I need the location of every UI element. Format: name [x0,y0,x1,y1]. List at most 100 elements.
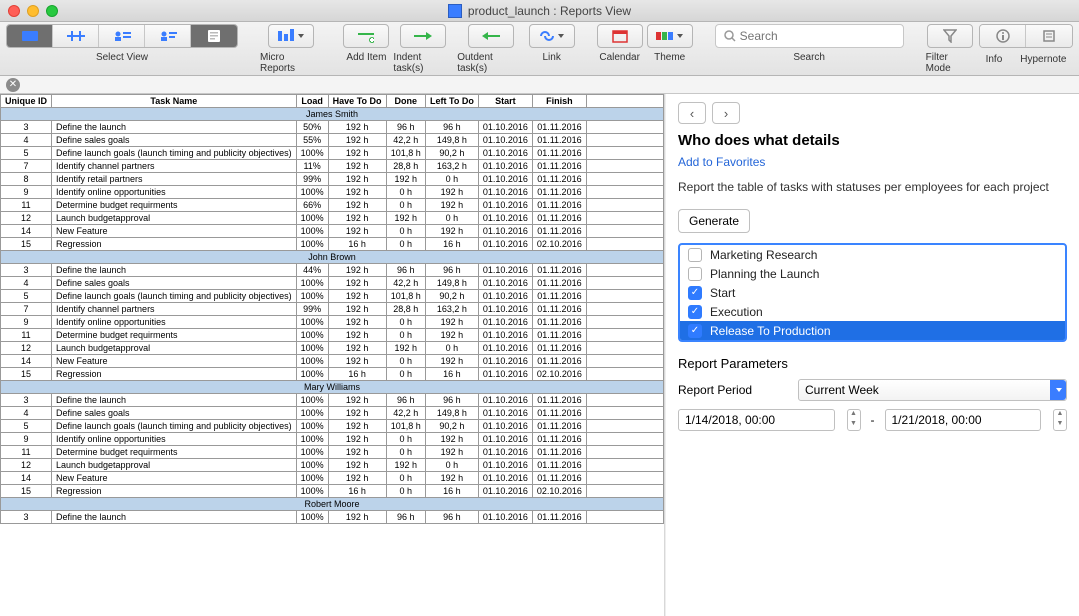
report-period-select[interactable]: Current Week [798,379,1067,401]
table-row[interactable]: 11Determine budget requirments100%192 h0… [1,446,664,459]
checkbox-icon[interactable]: ✓ [688,286,702,300]
filter-mode-button[interactable] [927,24,973,48]
cell-htd: 192 h [328,290,386,303]
add-item-button[interactable] [343,24,389,48]
link-button[interactable] [529,24,575,48]
table-row[interactable]: 5Define launch goals (launch timing and … [1,147,664,160]
col-finish[interactable]: Finish [532,95,586,108]
table-row[interactable]: 9Identify online opportunities100%192 h0… [1,186,664,199]
cell-htd: 192 h [328,472,386,485]
cell-blank [586,459,663,472]
info-button[interactable] [980,25,1026,47]
view-gantt-button[interactable] [7,25,53,47]
search-input[interactable] [740,29,895,43]
table-row[interactable]: 3Define the launch44%192 h96 h96 h01.10.… [1,264,664,277]
date-to-stepper[interactable]: ▲▼ [1053,409,1067,431]
cell-ltd: 192 h [426,355,479,368]
cell-blank [586,316,663,329]
table-row[interactable]: 7Identify channel partners99%192 h28,8 h… [1,303,664,316]
cell-done: 96 h [386,511,425,524]
generate-button[interactable]: Generate [678,209,750,233]
table-row[interactable]: 9Identify online opportunities100%192 h0… [1,316,664,329]
table-row[interactable]: 4Define sales goals100%192 h42,2 h149,8 … [1,407,664,420]
add-item-label: Add Item [346,52,386,63]
table-row[interactable]: 14New Feature100%192 h0 h192 h01.10.2016… [1,472,664,485]
cell-htd: 192 h [328,199,386,212]
view-split-button[interactable] [53,25,99,47]
table-row[interactable]: 4Define sales goals100%192 h42,2 h149,8 … [1,277,664,290]
cell-load: 100% [296,238,328,251]
checklist-item[interactable]: Marketing Research [680,245,1065,264]
checklist-item[interactable]: Planning the Launch [680,264,1065,283]
prev-report-button[interactable]: ‹ [678,102,706,124]
checkbox-icon[interactable] [688,267,702,281]
cell-start: 01.10.2016 [478,446,532,459]
checklist-item[interactable]: ✓Release To Production [680,321,1065,340]
table-row[interactable]: 11Determine budget requirments100%192 h0… [1,329,664,342]
view-report-button[interactable] [145,25,191,47]
checkbox-icon[interactable] [688,248,702,262]
cell-id: 12 [1,342,52,355]
checklist-item[interactable]: ✓Start [680,283,1065,302]
view-document-button[interactable] [191,25,237,47]
col-ltd[interactable]: Left To Do [426,95,479,108]
theme-button[interactable] [647,24,693,48]
table-row[interactable]: 4Define sales goals55%192 h42,2 h149,8 h… [1,134,664,147]
cell-done: 101,8 h [386,420,425,433]
view-resource-button[interactable] [99,25,145,47]
close-tab-button[interactable]: ✕ [6,78,20,92]
col-load[interactable]: Load [296,95,328,108]
table-row[interactable]: 3Define the launch100%192 h96 h96 h01.10… [1,511,664,524]
cell-ltd: 192 h [426,316,479,329]
calendar-button[interactable] [597,24,643,48]
date-from-input[interactable]: 1/14/2018, 00:00 [678,409,835,431]
date-to-input[interactable]: 1/21/2018, 00:00 [885,409,1042,431]
table-row[interactable]: 12Launch budgetapproval100%192 h192 h0 h… [1,212,664,225]
cell-ltd: 163,2 h [426,303,479,316]
table-row[interactable]: 14New Feature100%192 h0 h192 h01.10.2016… [1,225,664,238]
table-row[interactable]: 7Identify channel partners11%192 h28,8 h… [1,160,664,173]
cell-htd: 192 h [328,420,386,433]
indent-button[interactable] [400,24,446,48]
cell-id: 11 [1,329,52,342]
cell-ltd: 149,8 h [426,407,479,420]
table-row[interactable]: 3Define the launch100%192 h96 h96 h01.10… [1,394,664,407]
phase-checklist[interactable]: Marketing ResearchPlanning the Launch✓St… [678,243,1067,342]
checkbox-icon[interactable]: ✓ [688,305,702,319]
checklist-item[interactable]: ✓Execution [680,302,1065,321]
table-row[interactable]: 14New Feature100%192 h0 h192 h01.10.2016… [1,355,664,368]
table-row[interactable]: 15Regression100%16 h0 h16 h01.10.201602.… [1,485,664,498]
select-view-segment[interactable] [6,24,238,48]
date-from-stepper[interactable]: ▲▼ [847,409,861,431]
cell-task: New Feature [52,355,297,368]
cell-done: 28,8 h [386,160,425,173]
col-task[interactable]: Task Name [52,95,297,108]
table-row[interactable]: 15Regression100%16 h0 h16 h01.10.201602.… [1,238,664,251]
micro-reports-button[interactable] [268,24,314,48]
col-uid[interactable]: Unique ID [1,95,52,108]
col-start[interactable]: Start [478,95,532,108]
cell-id: 3 [1,394,52,407]
table-row[interactable]: 9Identify online opportunities100%192 h0… [1,433,664,446]
col-htd[interactable]: Have To Do [328,95,386,108]
table-row[interactable]: 12Launch budgetapproval100%192 h192 h0 h… [1,459,664,472]
search-input-wrap[interactable] [715,24,904,48]
table-row[interactable]: 12Launch budgetapproval100%192 h192 h0 h… [1,342,664,355]
table-row[interactable]: 8Identify retail partners99%192 h192 h0 … [1,173,664,186]
hypernote-button[interactable] [1026,25,1072,47]
outdent-button[interactable] [468,24,514,48]
table-row[interactable]: 15Regression100%16 h0 h16 h01.10.201602.… [1,368,664,381]
table-row[interactable]: 11Determine budget requirments66%192 h0 … [1,199,664,212]
cell-ltd: 192 h [426,199,479,212]
next-report-button[interactable]: › [712,102,740,124]
table-row[interactable]: 5Define launch goals (launch timing and … [1,420,664,433]
col-done[interactable]: Done [386,95,425,108]
cell-load: 100% [296,446,328,459]
cell-done: 0 h [386,199,425,212]
add-to-favorites-link[interactable]: Add to Favorites [678,155,765,169]
cell-id: 4 [1,277,52,290]
checkbox-icon[interactable]: ✓ [688,324,702,338]
cell-blank [586,420,663,433]
table-row[interactable]: 5Define launch goals (launch timing and … [1,290,664,303]
table-row[interactable]: 3Define the launch50%192 h96 h96 h01.10.… [1,121,664,134]
